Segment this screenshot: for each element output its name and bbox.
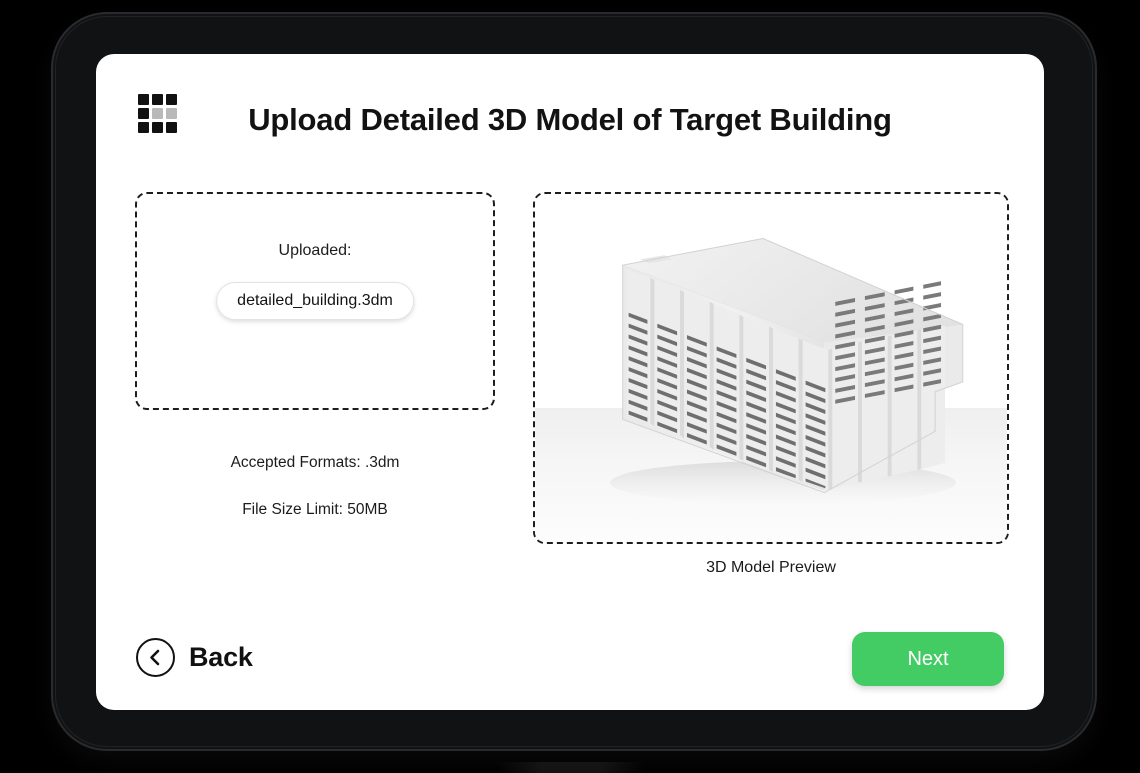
preview-caption: 3D Model Preview xyxy=(706,559,836,576)
back-button-label: Back xyxy=(189,642,253,672)
back-button[interactable]: Back xyxy=(136,638,253,677)
model-preview-dropzone[interactable] xyxy=(533,192,1009,544)
app-footer: Back Next xyxy=(96,624,1044,710)
accepted-formats-text: Accepted Formats: .3dm xyxy=(230,454,400,471)
file-upload-dropzone[interactable]: Uploaded: detailed_building.3dm xyxy=(135,192,495,410)
uploaded-file-chip[interactable]: detailed_building.3dm xyxy=(216,282,414,320)
app-screen: Upload Detailed 3D Model of Target Build… xyxy=(96,54,1044,710)
render-artifact xyxy=(497,762,645,773)
main-content: Uploaded: detailed_building.3dm Accepted… xyxy=(96,174,1044,624)
3d-model-render xyxy=(535,194,1007,542)
next-button[interactable]: Next xyxy=(852,632,1004,686)
app-header: Upload Detailed 3D Model of Target Build… xyxy=(96,54,1044,174)
page-title: Upload Detailed 3D Model of Target Build… xyxy=(248,102,892,137)
chevron-left-circle-icon xyxy=(136,638,175,677)
uploaded-label: Uploaded: xyxy=(278,242,352,259)
screenshot-canvas: Upload Detailed 3D Model of Target Build… xyxy=(0,0,1140,773)
building-model-illustration xyxy=(609,237,965,505)
file-size-limit-text: File Size Limit: 50MB xyxy=(242,501,388,518)
